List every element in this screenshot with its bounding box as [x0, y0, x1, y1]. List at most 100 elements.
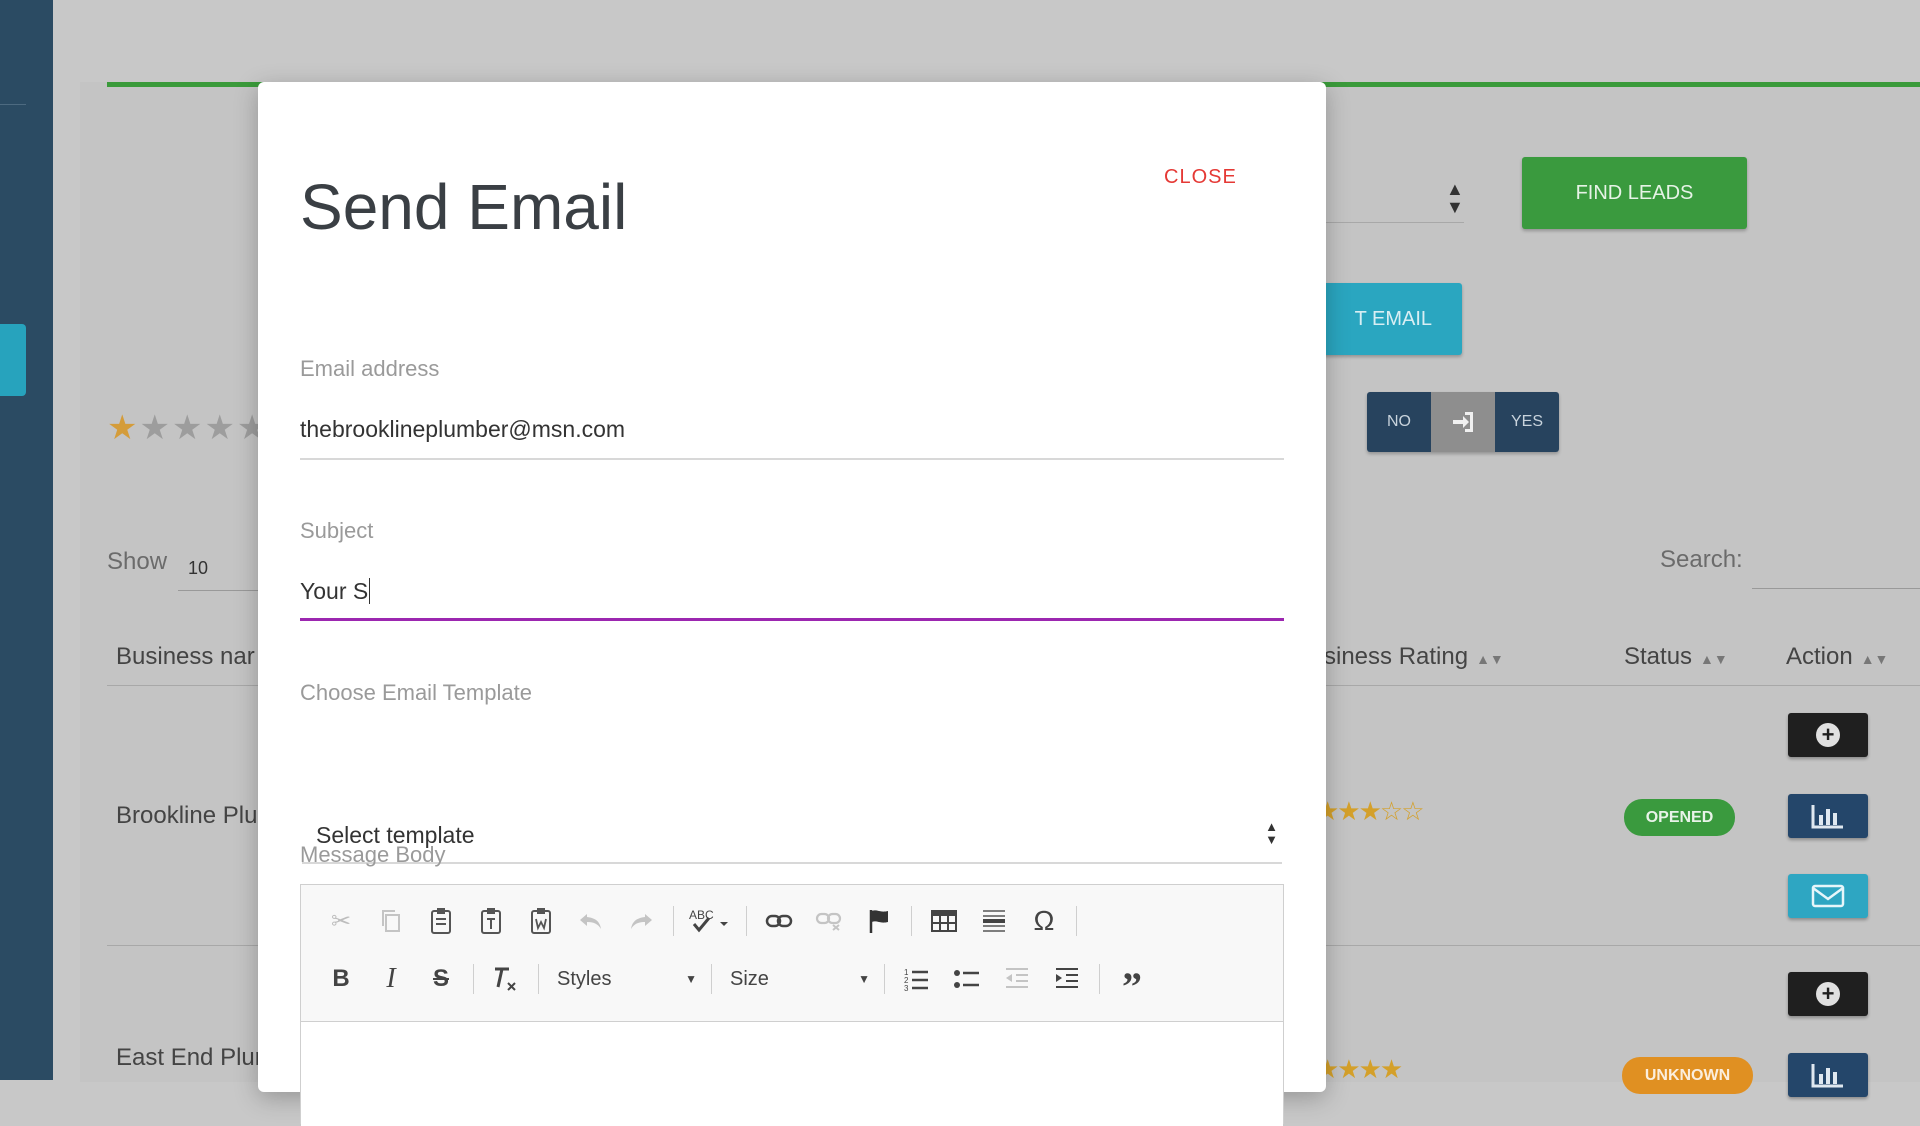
find-leads-button[interactable]: FIND LEADS: [1522, 157, 1747, 229]
add-button[interactable]: +: [1788, 972, 1868, 1016]
blockquote-icon[interactable]: ”: [1114, 954, 1150, 1009]
filter-select-underline: [1320, 222, 1464, 223]
svg-text:ABC: ABC: [689, 908, 714, 922]
email-address-underline: [300, 458, 1284, 460]
outdent-icon[interactable]: [999, 961, 1035, 997]
bar-chart-icon: [1811, 805, 1843, 829]
cut-icon[interactable]: ✂: [323, 903, 359, 939]
sign-in-icon[interactable]: [1431, 392, 1495, 452]
left-sidebar: [0, 0, 53, 1080]
page-size-underline: [178, 590, 258, 591]
header-business-rating[interactable]: siness Rating ▲▼: [1324, 643, 1504, 671]
text-caret: [369, 578, 371, 604]
sort-icon[interactable]: ▲▼: [1476, 651, 1504, 667]
close-button[interactable]: CLOSE: [1164, 166, 1237, 189]
toolbar-separator: [1099, 964, 1100, 994]
toolbar-separator: [884, 964, 885, 994]
styles-dropdown[interactable]: Styles ▼: [553, 961, 697, 997]
email-button[interactable]: [1788, 874, 1868, 918]
bar-chart-icon: [1811, 1064, 1843, 1088]
stats-button[interactable]: [1788, 794, 1868, 838]
sort-icon[interactable]: ▲▼: [1861, 651, 1889, 667]
show-label: Show: [107, 548, 168, 575]
indent-icon[interactable]: [1049, 961, 1085, 997]
header-status[interactable]: Status ▲▼: [1624, 643, 1728, 671]
toolbar-separator: [911, 906, 912, 936]
search-input[interactable]: [1752, 588, 1920, 589]
subject-underline-focused: [300, 618, 1284, 621]
star-empty-icons[interactable]: ★★★★: [139, 409, 269, 447]
header-action[interactable]: Action ▲▼: [1786, 643, 1888, 671]
send-email-modal: Send Email CLOSE Email address thebrookl…: [258, 82, 1326, 1126]
editor-toolbar-row-1: ✂ ABC Ω: [323, 899, 1091, 943]
message-body-label: Message Body: [300, 842, 446, 867]
dropdown-arrow-icon: ▼: [685, 972, 697, 986]
table-icon[interactable]: [926, 903, 962, 939]
row-business-name: Brookline Plu: [116, 802, 258, 829]
subject-input[interactable]: Your S: [300, 578, 371, 605]
select-arrows-icon[interactable]: ▲ ▼: [1446, 180, 1464, 216]
search-label: Search:: [1660, 546, 1743, 573]
envelope-icon: [1811, 884, 1845, 908]
status-badge-opened: OPENED: [1624, 799, 1735, 836]
remove-format-icon[interactable]: [488, 961, 524, 997]
italic-icon[interactable]: I: [373, 961, 409, 997]
header-business-name-label: Business nar: [116, 643, 255, 670]
toolbar-separator: [538, 964, 539, 994]
email-template-underline: [302, 862, 1282, 864]
size-dropdown[interactable]: Size ▼: [726, 961, 870, 997]
toolbar-separator: [1076, 906, 1077, 936]
toolbar-separator: [673, 906, 674, 936]
toolbar-separator: [746, 906, 747, 936]
numbered-list-icon[interactable]: 123: [899, 961, 935, 997]
unlink-icon[interactable]: [811, 903, 847, 939]
paste-text-icon[interactable]: [473, 903, 509, 939]
row-rating-stars: ★★★☆☆: [1316, 796, 1425, 826]
rich-text-editor[interactable]: ✂ ABC Ω B I S Styles ▼ Size ▼ 1 2 3 ”: [300, 884, 1284, 1126]
email-template-select[interactable]: Select template ▲ ▼: [302, 812, 1282, 860]
sort-icon[interactable]: ▲▼: [1700, 651, 1728, 667]
svg-text:3: 3: [904, 984, 909, 992]
yes-no-toggle[interactable]: NO YES: [1367, 392, 1559, 452]
page-size-select[interactable]: 10: [188, 558, 208, 579]
email-address-label: Email address: [300, 356, 440, 381]
link-icon[interactable]: [761, 903, 797, 939]
undo-icon[interactable]: [573, 903, 609, 939]
paste-word-icon[interactable]: [523, 903, 559, 939]
status-badge-unknown: UNKNOWN: [1622, 1057, 1753, 1094]
styles-label: Styles: [557, 967, 612, 990]
spellcheck-icon[interactable]: ABC: [688, 903, 732, 939]
stats-button[interactable]: [1788, 1053, 1868, 1097]
copy-icon[interactable]: [373, 903, 409, 939]
email-address-input[interactable]: thebrooklineplumber@msn.com: [300, 416, 625, 443]
plus-circle-icon: +: [1816, 982, 1840, 1006]
horizontal-line-icon[interactable]: [976, 903, 1012, 939]
toggle-yes[interactable]: YES: [1495, 392, 1559, 452]
size-label: Size: [730, 967, 769, 990]
anchor-flag-icon[interactable]: [861, 903, 897, 939]
add-button[interactable]: +: [1788, 713, 1868, 757]
editor-toolbar-row-2: B I S Styles ▼ Size ▼ 123 ”: [323, 954, 1164, 1009]
header-action-label: Action: [1786, 643, 1853, 670]
header-business-name[interactable]: Business nar: [116, 643, 255, 671]
star-filled-icon[interactable]: ★: [107, 409, 139, 447]
star-rating-filter[interactable]: ★★★★★: [107, 408, 269, 448]
redo-icon[interactable]: [623, 903, 659, 939]
header-status-label: Status: [1624, 643, 1693, 670]
header-business-rating-label: siness Rating: [1324, 643, 1469, 670]
sidebar-active-tab[interactable]: [0, 324, 26, 396]
message-body-textarea[interactable]: [301, 1021, 1283, 1126]
paste-icon[interactable]: [423, 903, 459, 939]
sidebar-divider: [0, 104, 26, 105]
toolbar-separator: [473, 964, 474, 994]
select-arrows-icon: ▲ ▼: [1265, 819, 1278, 847]
strike-icon[interactable]: S: [423, 961, 459, 997]
subject-value: Your S: [300, 578, 369, 604]
dropdown-arrow-icon: ▼: [858, 972, 870, 986]
bulleted-list-icon[interactable]: [949, 961, 985, 997]
toolbar-separator: [711, 964, 712, 994]
plus-circle-icon: +: [1816, 723, 1840, 747]
toggle-no[interactable]: NO: [1367, 392, 1431, 452]
special-char-icon[interactable]: Ω: [1026, 903, 1062, 939]
bold-icon[interactable]: B: [323, 961, 359, 997]
